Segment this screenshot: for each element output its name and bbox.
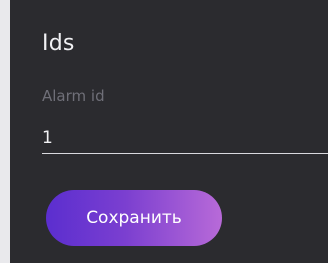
alarm-id-label: Alarm id: [42, 87, 105, 105]
save-button[interactable]: Сохранить: [46, 190, 222, 246]
alarm-id-input[interactable]: [42, 126, 328, 154]
section-title: Ids: [42, 31, 75, 56]
ids-panel: Ids Alarm id Сохранить: [10, 0, 328, 263]
